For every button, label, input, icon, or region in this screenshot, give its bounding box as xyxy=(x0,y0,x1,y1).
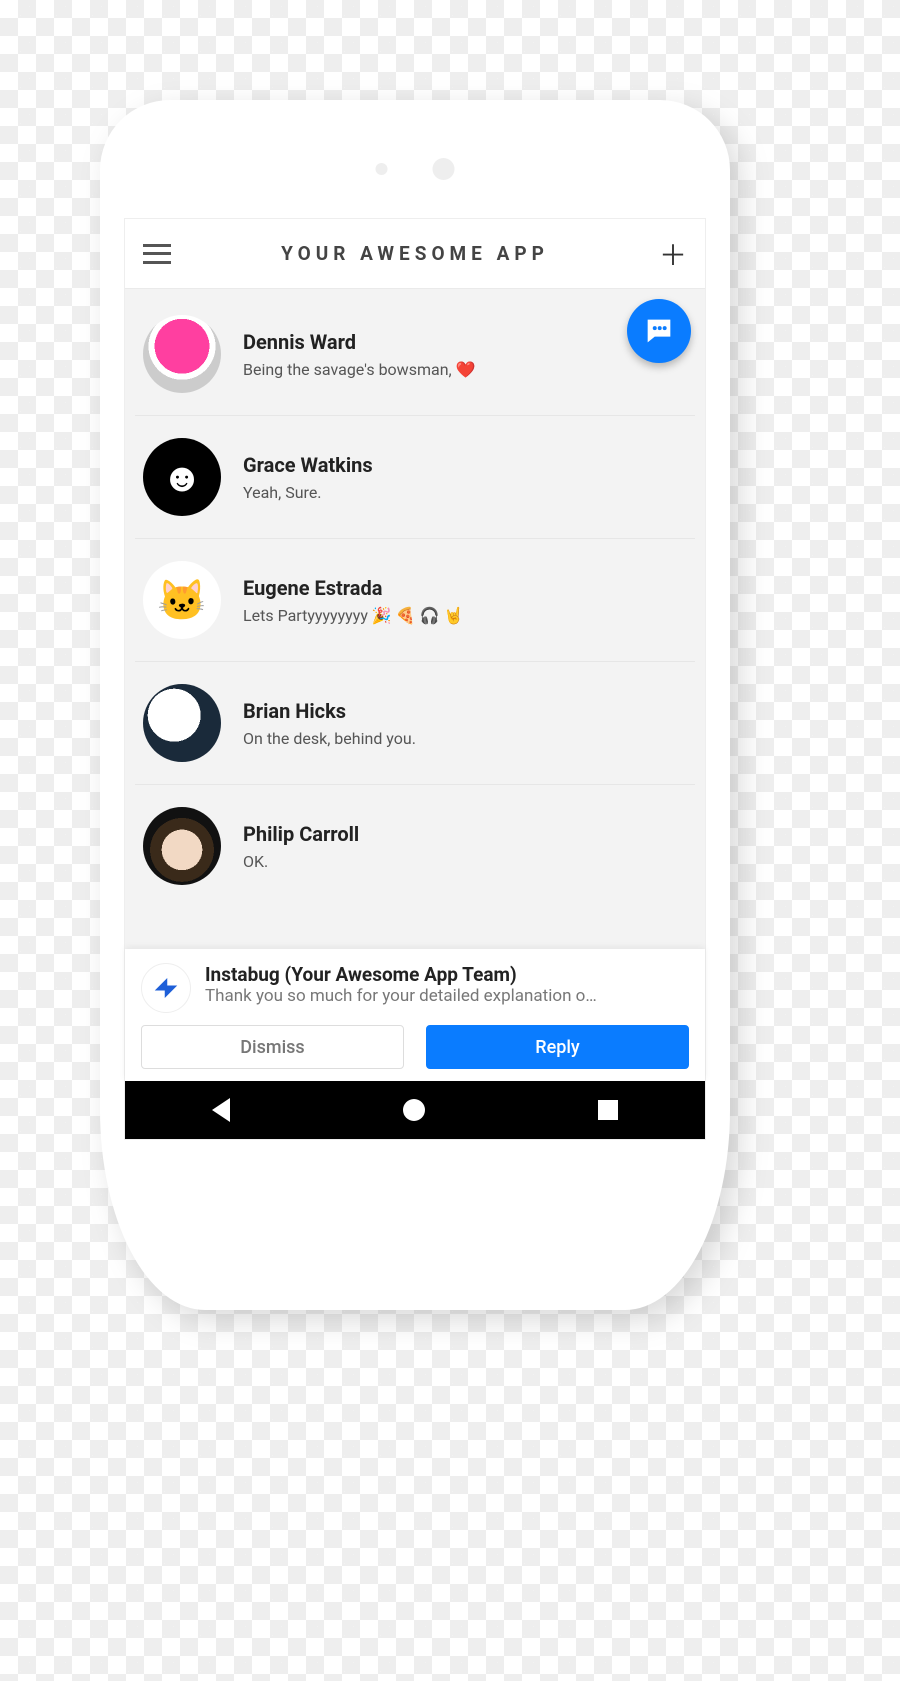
conversation-row[interactable]: ☻ Grace Watkins Yeah, Sure. xyxy=(135,416,695,539)
chat-bubble-icon xyxy=(642,314,676,348)
device-frame: YOUR AWESOME APP ＋ Dennis Ward xyxy=(100,100,730,1310)
conversation-list[interactable]: Dennis Ward Being the savage's bowsman, … xyxy=(125,289,705,949)
notification-title: Instabug (Your Awesome App Team) xyxy=(205,963,597,986)
message-preview: Being the savage's bowsman, ❤️ xyxy=(243,360,687,379)
dismiss-button[interactable]: Dismiss xyxy=(141,1025,404,1069)
nav-home-icon[interactable] xyxy=(403,1099,425,1121)
avatar: ☻ xyxy=(143,438,221,516)
nav-back-icon[interactable] xyxy=(212,1098,230,1122)
conversation-row[interactable]: Brian Hicks On the desk, behind you. xyxy=(135,662,695,785)
app-screen: YOUR AWESOME APP ＋ Dennis Ward xyxy=(124,218,706,1140)
message-preview: On the desk, behind you. xyxy=(243,729,687,748)
device-speaker xyxy=(376,158,455,180)
conversation-row[interactable]: 🐱 Eugene Estrada Lets Partyyyyyyyy 🎉 🍕 🎧… xyxy=(135,539,695,662)
contact-name: Eugene Estrada xyxy=(243,576,687,600)
contact-name: Brian Hicks xyxy=(243,699,687,723)
app-topbar: YOUR AWESOME APP ＋ xyxy=(125,219,705,289)
avatar: 🐱 xyxy=(143,561,221,639)
message-preview: Lets Partyyyyyyyy 🎉 🍕 🎧 🤘 xyxy=(243,606,687,625)
contact-name: Grace Watkins xyxy=(243,453,687,477)
reply-button[interactable]: Reply xyxy=(426,1025,689,1069)
message-preview: OK. xyxy=(243,852,687,871)
instabug-logo-icon xyxy=(141,963,191,1013)
app-title: YOUR AWESOME APP xyxy=(281,242,549,265)
contact-name: Dennis Ward xyxy=(243,330,687,354)
menu-icon[interactable] xyxy=(143,244,171,264)
conversation-row[interactable]: Dennis Ward Being the savage's bowsman, … xyxy=(135,293,695,416)
new-chat-fab[interactable] xyxy=(627,299,691,363)
android-navbar xyxy=(125,1081,705,1139)
avatar xyxy=(143,807,221,885)
avatar xyxy=(143,315,221,393)
contact-name: Philip Carroll xyxy=(243,822,687,846)
notification-body: Thank you so much for your detailed expl… xyxy=(205,986,597,1006)
nav-recent-icon[interactable] xyxy=(598,1100,618,1120)
conversation-row[interactable]: Philip Carroll OK. xyxy=(135,785,695,885)
avatar xyxy=(143,684,221,762)
message-preview: Yeah, Sure. xyxy=(243,483,687,502)
in-app-notification: Instabug (Your Awesome App Team) Thank y… xyxy=(125,949,705,1081)
add-icon[interactable]: ＋ xyxy=(659,234,687,274)
